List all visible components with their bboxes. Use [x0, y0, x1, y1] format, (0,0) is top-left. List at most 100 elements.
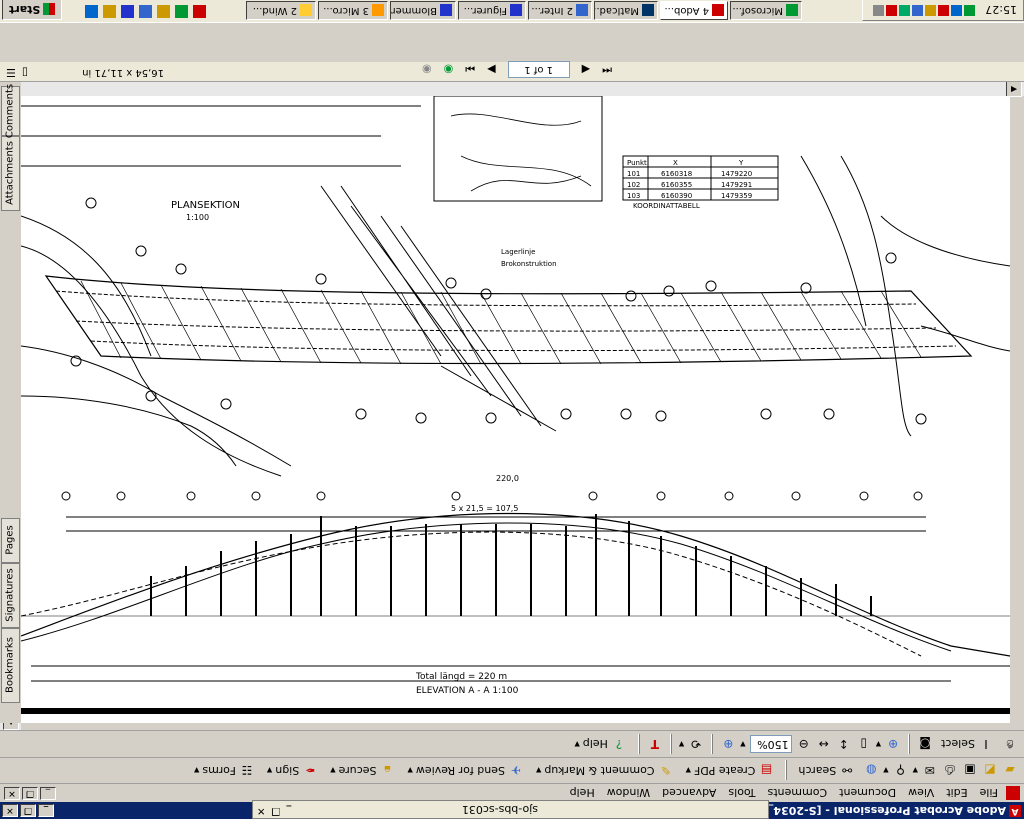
send-review-icon: ✈ — [510, 763, 521, 778]
table-cell: 6160390 — [661, 192, 692, 200]
menu-tools[interactable]: Tools — [722, 787, 761, 800]
menu-advanced[interactable]: Advanced — [656, 787, 722, 800]
doc-close-icon[interactable]: ✕ — [257, 805, 265, 816]
zoom-out-icon[interactable]: ⊖ — [796, 736, 812, 752]
quicklaunch-icon[interactable] — [193, 5, 206, 18]
tray-icon[interactable] — [899, 5, 910, 16]
help-icon: ? — [615, 737, 623, 751]
typewriter-icon[interactable]: T — [647, 736, 663, 752]
tab-bookmarks[interactable]: Bookmarks — [1, 628, 20, 703]
status-bar: ⏮ ◀ 1 of 1 ▶ ⏭ ◉ ◉ ▯ ☰ 16,54 x 11,71 in — [0, 61, 1024, 82]
doc-minimize-icon[interactable]: _ — [286, 805, 291, 816]
task-excel[interactable]: Microsof... — [730, 1, 802, 20]
web-icon[interactable]: ◍ — [863, 763, 879, 779]
menu-view[interactable]: View — [902, 787, 940, 800]
document-menu-icon[interactable] — [1006, 786, 1020, 800]
zoom-field[interactable]: 150% — [749, 735, 792, 753]
rotate-icon[interactable]: ⟲ — [688, 736, 704, 752]
tab-attachments[interactable]: Attachments — [1, 136, 20, 211]
quicklaunch-icon[interactable] — [121, 5, 134, 18]
pen-icon: ✒ — [305, 763, 316, 778]
print-icon[interactable]: ⎙ — [942, 763, 958, 779]
document-view[interactable]: PLANSEKTION 1:100 KOORDINATTABELL Punkt … — [21, 96, 1010, 723]
zoom-in-icon[interactable]: ⊕ — [720, 736, 736, 752]
doc-minimize-button[interactable]: _ — [40, 787, 56, 800]
task-office[interactable]: 3 Micro... — [318, 1, 388, 20]
select-tool-button[interactable]: I Select — [937, 735, 998, 753]
menu-edit[interactable]: Edit — [940, 787, 973, 800]
actual-size-icon[interactable]: ▯ — [856, 736, 872, 752]
continuous-page-icon[interactable]: ☰ — [6, 66, 16, 79]
scroll-left-icon[interactable]: ◀ — [1006, 81, 1022, 97]
horizontal-scrollbar[interactable]: ◀ — [0, 81, 1024, 97]
tab-comments[interactable]: Comments — [1, 84, 20, 138]
doc-restore-button[interactable]: ❐ — [22, 787, 38, 800]
email-icon[interactable]: ✉ — [922, 763, 938, 779]
quicklaunch-icon[interactable] — [157, 5, 170, 18]
forms-button[interactable]: ☷ Forms ▼ — [190, 762, 259, 780]
tray-icon[interactable] — [873, 5, 884, 16]
table-cell: 102 — [627, 181, 640, 189]
comment-icon: ✎ — [660, 763, 671, 778]
menu-file[interactable]: File — [974, 787, 1004, 800]
organizer-icon[interactable]: ◩ — [982, 763, 998, 779]
menu-window[interactable]: Window — [601, 787, 656, 800]
save-icon[interactable]: ▣ — [962, 763, 978, 779]
tray-icon[interactable] — [951, 5, 962, 16]
elevation-title: ELEVATION A - A 1:100 — [416, 686, 519, 696]
menu-help[interactable]: Help — [564, 787, 601, 800]
forward-view-icon[interactable]: ◉ — [422, 63, 432, 76]
table-header-y: Y — [738, 159, 744, 167]
quicklaunch-icon[interactable] — [85, 5, 98, 18]
next-page-icon[interactable]: ▶ — [487, 63, 495, 76]
tray-icon[interactable] — [912, 5, 923, 16]
task-word-figurer[interactable]: Figurer... — [458, 1, 526, 20]
quicklaunch-icon[interactable] — [103, 5, 116, 18]
menu-comments[interactable]: Comments — [762, 787, 834, 800]
last-page-icon[interactable]: ⏭ — [465, 63, 475, 77]
open-icon[interactable]: ▰ — [1002, 763, 1018, 779]
restore-button[interactable]: ❐ — [20, 804, 36, 817]
minimize-button[interactable]: _ — [38, 804, 54, 817]
quicklaunch-icon[interactable] — [139, 5, 152, 18]
single-page-icon[interactable]: ▯ — [22, 66, 28, 79]
doc-restore-icon[interactable]: ❐ — [271, 805, 280, 816]
prev-page-icon[interactable]: ◀ — [582, 63, 590, 76]
page-number-field[interactable]: 1 of 1 — [507, 61, 570, 78]
task-word-blommen[interactable]: Blommen... — [390, 1, 456, 20]
quicklaunch-icon[interactable] — [175, 5, 188, 18]
tray-icon[interactable] — [938, 5, 949, 16]
basic-toolbar: ✋︎ I Select ◙ ⊕ ▼ ▯ ↕ ↔ ⊖ 150% ▼ ⊕ ⟲ ▼ T ? He… — [0, 730, 1024, 757]
tab-pages[interactable]: Pages — [1, 518, 20, 563]
attach-icon[interactable]: ⚲ — [893, 763, 909, 779]
task-acrobat[interactable]: 4 Adob... — [660, 1, 728, 20]
tray-icon[interactable] — [925, 5, 936, 16]
task-ie[interactable]: 2 Inter... — [528, 1, 592, 20]
zoom-in-tool-icon[interactable]: ⊕ — [885, 736, 901, 752]
note-bearing-line: Lagerlinje — [501, 248, 535, 256]
secure-button[interactable]: 🔒︎ Secure ▼ — [326, 762, 399, 780]
elevation-span-label: 5 x 21,5 = 107,5 — [451, 504, 518, 513]
search-button[interactable]: ⚯ Search — [794, 762, 859, 780]
task-mathcad[interactable]: Matlcad... — [594, 1, 658, 20]
start-button[interactable]: Start — [2, 0, 63, 20]
doc-close-button[interactable]: ✕ — [4, 787, 20, 800]
send-review-button[interactable]: ✈ Send for Review ▼ — [403, 762, 527, 780]
document-tab[interactable]: sjo-bbs-sc031 _ ❐ ✕ — [252, 800, 769, 819]
fit-page-icon[interactable]: ↕ — [836, 736, 852, 752]
sign-button[interactable]: ✒ Sign ▼ — [263, 762, 322, 780]
hand-icon[interactable]: ✋︎ — [1002, 736, 1018, 752]
help-button[interactable]: ? Help ▼ — [570, 735, 630, 753]
close-button[interactable]: ✕ — [2, 804, 18, 817]
tab-signatures[interactable]: Signatures — [1, 563, 20, 628]
menu-document[interactable]: Document — [833, 787, 902, 800]
task-explorer[interactable]: 2 Wind... — [246, 1, 316, 20]
snapshot-icon[interactable]: ◙ — [917, 736, 933, 752]
tray-icon[interactable] — [964, 5, 975, 16]
create-pdf-button[interactable]: ▤ Create PDF ▼ — [682, 762, 779, 780]
first-page-icon[interactable]: ⏮ — [602, 63, 612, 77]
comment-markup-button[interactable]: ✎ Comment & Markup ▼ — [532, 762, 678, 780]
tray-icon[interactable] — [886, 5, 897, 16]
fit-width-icon[interactable]: ↔ — [816, 736, 832, 752]
back-view-icon[interactable]: ◉ — [444, 63, 454, 76]
